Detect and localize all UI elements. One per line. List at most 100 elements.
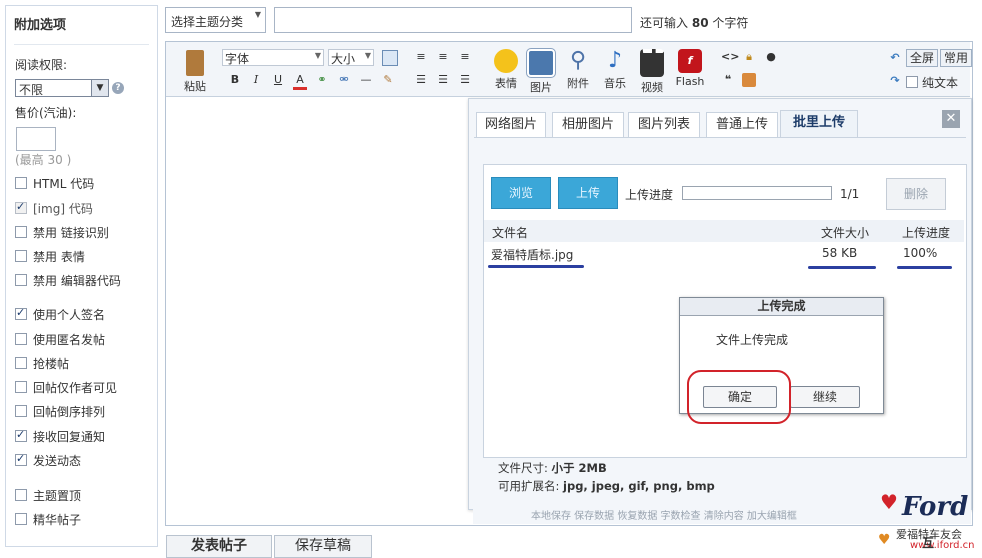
char-remaining-suffix: 个字符 <box>712 16 749 30</box>
upload-button[interactable]: 上传 <box>558 177 618 209</box>
subject-input[interactable] <box>274 7 632 33</box>
option-checkbox[interactable] <box>15 274 27 286</box>
option-checkbox[interactable] <box>15 226 27 238</box>
extension-info-label: 可用扩展名: <box>498 479 560 493</box>
align-center-icon[interactable]: ≡ <box>436 50 450 64</box>
option-checkbox[interactable] <box>15 489 27 501</box>
upload-tab[interactable]: 普通上传 <box>706 112 778 137</box>
option-checkbox[interactable] <box>15 177 27 189</box>
flash-button[interactable]: f Flash <box>673 49 707 88</box>
submit-post-button[interactable]: 发表帖子 <box>166 535 272 558</box>
unordered-list-icon[interactable]: ☰ <box>436 73 450 87</box>
save-draft-button[interactable]: 保存草稿 <box>274 535 372 558</box>
code-icon[interactable]: <> <box>721 50 739 64</box>
common-button[interactable]: 常用 <box>940 49 973 67</box>
flash-icon: f <box>678 49 702 73</box>
option-checkbox[interactable] <box>15 306 27 320</box>
fullscreen-button[interactable]: 全屏 <box>906 49 939 67</box>
link-icon[interactable]: ⚭ <box>315 73 329 87</box>
qq-icon[interactable]: ● <box>764 50 778 64</box>
upload-tab[interactable]: 批里上传 <box>780 110 858 137</box>
option-checkbox[interactable] <box>15 357 27 369</box>
option-checkbox[interactable] <box>15 250 27 262</box>
delete-button[interactable]: 删除 <box>886 178 946 210</box>
option-checkbox <box>15 200 27 214</box>
help-icon[interactable]: ? <box>112 82 124 94</box>
undo-icon[interactable]: ↶ <box>888 51 902 65</box>
col-file-size: 文件大小 <box>821 226 870 240</box>
video-label: 视频 <box>641 81 663 94</box>
bold-button[interactable]: B <box>228 73 242 87</box>
option-checkbox[interactable] <box>15 405 27 417</box>
close-icon[interactable]: ✕ <box>942 110 960 128</box>
italic-button[interactable]: I <box>249 73 263 87</box>
horizontal-rule-icon[interactable]: — <box>359 73 373 87</box>
table-icon[interactable] <box>382 50 398 66</box>
option-checkbox[interactable] <box>15 513 27 525</box>
chevron-down-icon: ▼ <box>254 10 261 19</box>
option-label: 使用匿名发帖 <box>33 333 106 347</box>
dialog-message: 文件上传完成 <box>716 333 789 347</box>
music-note-icon: ♪ <box>607 48 623 73</box>
option-checkbox[interactable] <box>15 452 27 466</box>
plaintext-label: 纯文本 <box>922 76 959 90</box>
read-permission-select[interactable]: 不限 ▼ <box>15 79 109 97</box>
indent-icon[interactable]: ☰ <box>458 73 472 87</box>
attach-label: 附件 <box>567 77 589 90</box>
read-permission-label: 阅读权限: <box>15 58 68 72</box>
unlink-icon[interactable]: ⚮ <box>337 73 351 87</box>
browse-button[interactable]: 浏览 <box>491 177 551 209</box>
annotation-underline-size <box>808 266 876 269</box>
film-icon <box>640 49 664 77</box>
clipboard-icon <box>186 50 204 76</box>
option-checkbox[interactable] <box>15 428 27 442</box>
continue-button[interactable]: 继续 <box>790 386 860 408</box>
quote-icon[interactable]: ❝ <box>721 73 735 87</box>
picture-icon <box>526 48 556 78</box>
option-label: 使用个人签名 <box>33 308 106 322</box>
align-right-icon[interactable]: ≡ <box>458 50 472 64</box>
ordered-list-icon[interactable]: ☰ <box>414 73 428 87</box>
option-label: [img] 代码 <box>33 202 93 216</box>
paste-button[interactable]: 粘贴 <box>180 50 210 94</box>
music-button[interactable]: ♪ 音乐 <box>599 49 631 91</box>
redo-icon[interactable]: ↷ <box>888 74 902 88</box>
paperclip-icon: ⚲ <box>569 48 587 73</box>
option-label: 禁用 链接识别 <box>33 226 109 240</box>
option-checkbox[interactable] <box>15 381 27 393</box>
file-size-info-value: 小于 2MB <box>551 461 607 475</box>
underline-button[interactable]: U <box>271 73 285 87</box>
size-select-value: 大小 <box>331 52 356 66</box>
plaintext-checkbox[interactable] <box>906 76 918 88</box>
progress-label: 上传进度 <box>625 188 674 202</box>
align-left-icon[interactable]: ≡ <box>414 50 428 64</box>
upload-tab[interactable]: 图片列表 <box>628 112 700 137</box>
video-button[interactable]: 视频 <box>636 49 668 95</box>
read-permission-value: 不限 <box>19 83 44 97</box>
image-label: 图片 <box>530 81 552 94</box>
hide-content-icon[interactable] <box>742 73 756 87</box>
col-file-name: 文件名 <box>492 226 529 240</box>
option-checkbox[interactable] <box>15 333 27 345</box>
upload-tab[interactable]: 相册图片 <box>552 112 624 137</box>
price-label: 售价(汽油): <box>15 106 77 120</box>
category-select[interactable]: 选择主题分类 ▼ <box>165 7 266 33</box>
image-button[interactable]: 图片 <box>525 48 557 95</box>
upload-tab[interactable]: 网络图片 <box>476 112 546 137</box>
lock-icon[interactable]: 🔒︎ <box>742 50 756 64</box>
emoji-button[interactable]: 表情 <box>490 49 522 91</box>
attach-button[interactable]: ⚲ 附件 <box>562 49 594 91</box>
clear-format-icon[interactable]: ✎ <box>381 73 395 87</box>
annotation-underline-progress <box>897 266 952 269</box>
annotation-red-circle <box>687 370 791 424</box>
reply-label: 互 <box>922 536 935 550</box>
category-select-value: 选择主题分类 <box>171 15 244 29</box>
font-select[interactable]: 字体 ▼ <box>222 49 324 66</box>
font-color-button[interactable]: A <box>293 73 307 90</box>
size-select[interactable]: 大小 ▼ <box>328 49 374 66</box>
option-label: 主题置顶 <box>33 489 82 503</box>
sidebar-divider <box>14 44 149 45</box>
sidebar-title: 附加选项 <box>14 18 67 33</box>
price-input[interactable] <box>16 127 56 151</box>
paste-label: 粘贴 <box>184 80 206 93</box>
